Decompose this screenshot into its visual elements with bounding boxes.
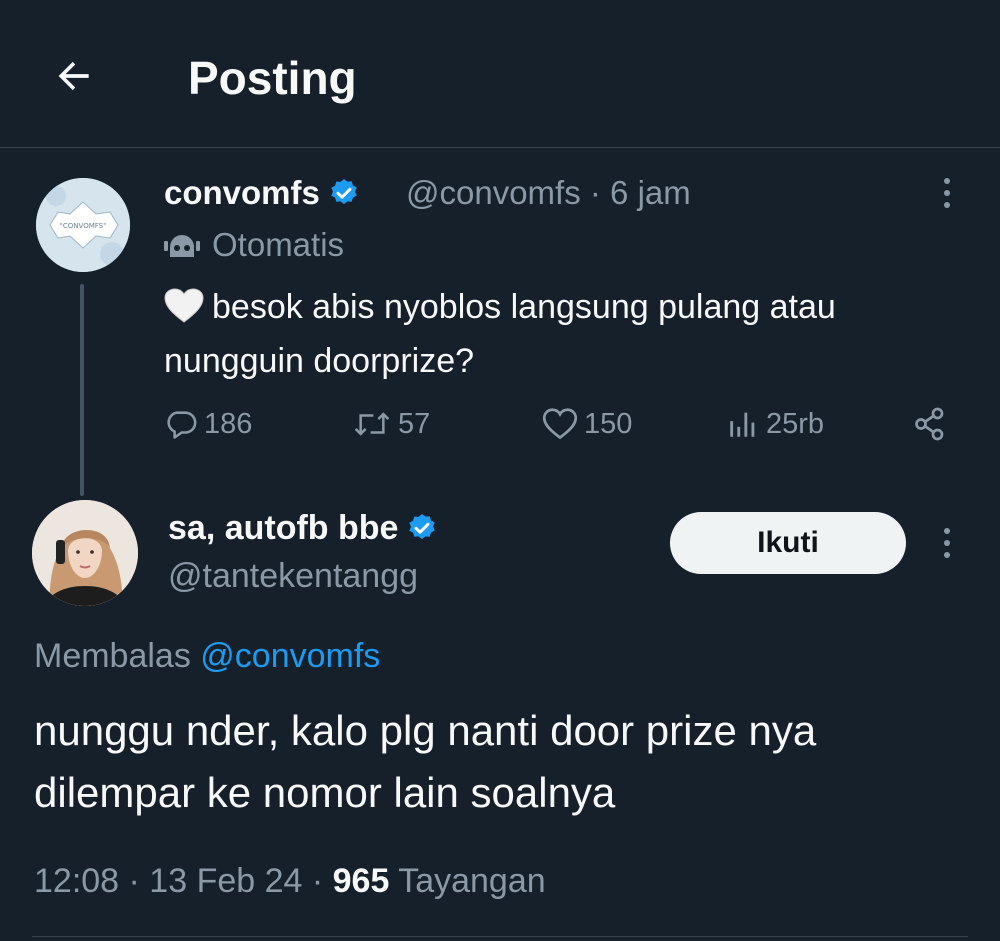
author-display-name[interactable]: sa, autofb bbe [168,506,398,550]
views-number: 965 [332,862,390,900]
thread-line [80,284,84,496]
repost-count: 57 [398,407,431,440]
white-heart-emoji-icon [164,288,204,323]
avatar[interactable] [32,500,138,606]
page-title: Posting [188,52,357,104]
automated-label: Otomatis [164,224,344,266]
back-button[interactable] [46,48,102,104]
reply-button[interactable]: 186 [164,400,252,448]
arrow-left-icon [58,61,89,91]
share-icon [915,407,944,441]
post-action-bar: 186 57 150 25rb [164,400,954,448]
post-timestamp[interactable]: 12:08 · 13 Feb 24 · [34,862,333,900]
views-count: 25rb [766,407,825,440]
more-dot-icon [944,552,950,558]
like-button[interactable]: 150 [542,400,632,448]
automated-text: Otomatis [212,226,345,263]
verified-badge-icon [409,514,436,540]
post-body: besok abis nyoblos langsung pulang atau … [164,288,836,380]
parent-author[interactable]: convomfs [164,172,360,214]
profile-photo-image [32,500,138,606]
avatar[interactable]: "CONVOMFS" [36,178,130,272]
more-dot-icon [944,540,950,546]
views-button[interactable]: 25rb [726,400,824,448]
more-dot-icon [944,528,950,534]
more-options-button[interactable] [932,172,962,214]
share-button[interactable] [912,400,948,448]
comment-icon [167,411,197,439]
views-label: Tayangan [389,862,546,900]
author-handle[interactable]: @tantekentangg [168,554,418,598]
bot-icon [164,235,200,257]
heart-icon [542,408,578,440]
parent-post-text: besok abis nyoblos langsung pulang atau … [164,280,964,388]
mention-link[interactable]: @convomfs [200,637,380,675]
more-dot-icon [944,190,950,196]
repost-icon [354,412,390,436]
post-timestamp-views: 12:08 · 13 Feb 24 · 965 Tayangan [34,858,546,904]
verified-badge-icon [331,179,357,205]
analytics-icon [730,412,755,437]
svg-text:"CONVOMFS": "CONVOMFS" [60,222,107,230]
convomfs-avatar-image: "CONVOMFS" [36,178,130,272]
like-count: 150 [584,407,633,440]
post-handle-time: @convomfs · 6 jam [406,174,691,211]
repost-button[interactable]: 57 [352,400,430,448]
author-display-name[interactable]: convomfs [164,172,320,214]
reply-count: 186 [204,407,253,440]
more-dot-icon [944,202,950,208]
reply-author[interactable]: sa, autofb bbe [168,506,438,550]
top-bar: Posting [0,0,1000,148]
divider [32,936,968,937]
replying-prefix: Membalas [34,637,191,675]
more-dot-icon [944,178,950,184]
more-options-button[interactable] [932,522,962,564]
reply-post-text: nunggu nder, kalo plg nanti door prize n… [34,707,817,816]
follow-button[interactable]: Ikuti [670,512,906,574]
replying-to: Membalas @convomfs [34,634,380,678]
